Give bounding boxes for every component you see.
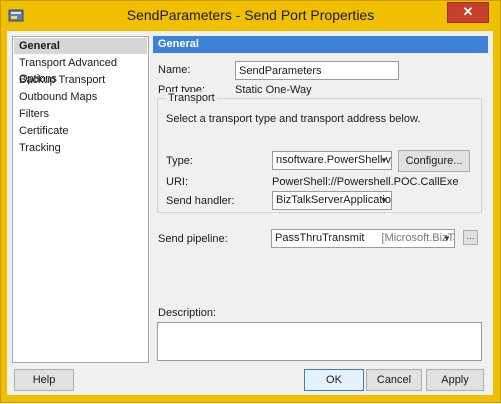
transport-hint: Select a transport type and transport ad… <box>166 113 421 125</box>
title-bar[interactable]: SendParameters - Send Port Properties ✕ <box>1 1 500 31</box>
apply-button[interactable]: Apply <box>426 369 484 391</box>
help-button[interactable]: Help <box>14 369 74 391</box>
port-type-value: Static One-Way <box>235 84 312 96</box>
chevron-down-icon: ▼ <box>380 196 388 205</box>
send-handler-dropdown[interactable]: BizTalkServerApplication ▼ <box>272 191 392 210</box>
browse-pipeline-button[interactable]: ... <box>463 230 478 245</box>
close-button[interactable]: ✕ <box>447 2 489 23</box>
send-handler-label: Send handler: <box>166 195 235 207</box>
uri-value: PowerShell://Powershell.POC.CallExe <box>272 176 459 188</box>
sidebar-item-backup-transport[interactable]: Backup Transport <box>14 72 147 88</box>
sidebar-item-transport-advanced-options[interactable]: Transport Advanced Options <box>14 55 147 85</box>
sidebar-item-outbound-maps[interactable]: Outbound Maps <box>14 89 147 105</box>
description-label: Description: <box>158 307 217 319</box>
cancel-button[interactable]: Cancel <box>366 369 422 391</box>
chevron-down-icon: ▼ <box>380 156 388 165</box>
sidebar-item-general[interactable]: General <box>14 38 147 54</box>
name-label: Name: <box>158 64 191 76</box>
dialog-window: SendParameters - Send Port Properties ✕ … <box>0 0 501 403</box>
ok-button[interactable]: OK <box>304 369 364 391</box>
dialog-client-area: General Transport Advanced Options Backu… <box>7 31 493 395</box>
transport-group-title: Transport <box>166 92 217 105</box>
sidebar-item-certificate[interactable]: Certificate <box>14 123 147 139</box>
uri-label: URI: <box>166 176 188 188</box>
configure-button[interactable]: Configure... <box>398 150 470 172</box>
type-label: Type: <box>166 155 193 167</box>
transport-group: Transport Select a transport type and tr… <box>157 92 482 213</box>
transport-type-dropdown[interactable]: nsoftware.PowerShell v4 ▼ <box>272 151 392 170</box>
send-pipeline-value: PassThruTransmit <box>275 232 365 244</box>
name-field[interactable] <box>235 61 399 80</box>
send-pipeline-dropdown[interactable]: PassThruTransmit [Microsoft.BizTalk.Defa… <box>271 229 455 248</box>
sidebar-item-tracking[interactable]: Tracking <box>14 140 147 156</box>
panel-header: General <box>153 36 488 53</box>
transport-type-value: nsoftware.PowerShell v4 <box>276 154 392 166</box>
sidebar-nav: General Transport Advanced Options Backu… <box>12 36 149 363</box>
general-panel: General Name: Port type: Static One-Way … <box>153 36 488 361</box>
sidebar-item-filters[interactable]: Filters <box>14 106 147 122</box>
chevron-down-icon: ▼ <box>443 234 451 243</box>
window-title: SendParameters - Send Port Properties <box>126 7 375 23</box>
description-field[interactable] <box>157 322 482 361</box>
send-pipeline-label: Send pipeline: <box>158 233 228 245</box>
send-handler-value: BizTalkServerApplication <box>276 194 392 206</box>
